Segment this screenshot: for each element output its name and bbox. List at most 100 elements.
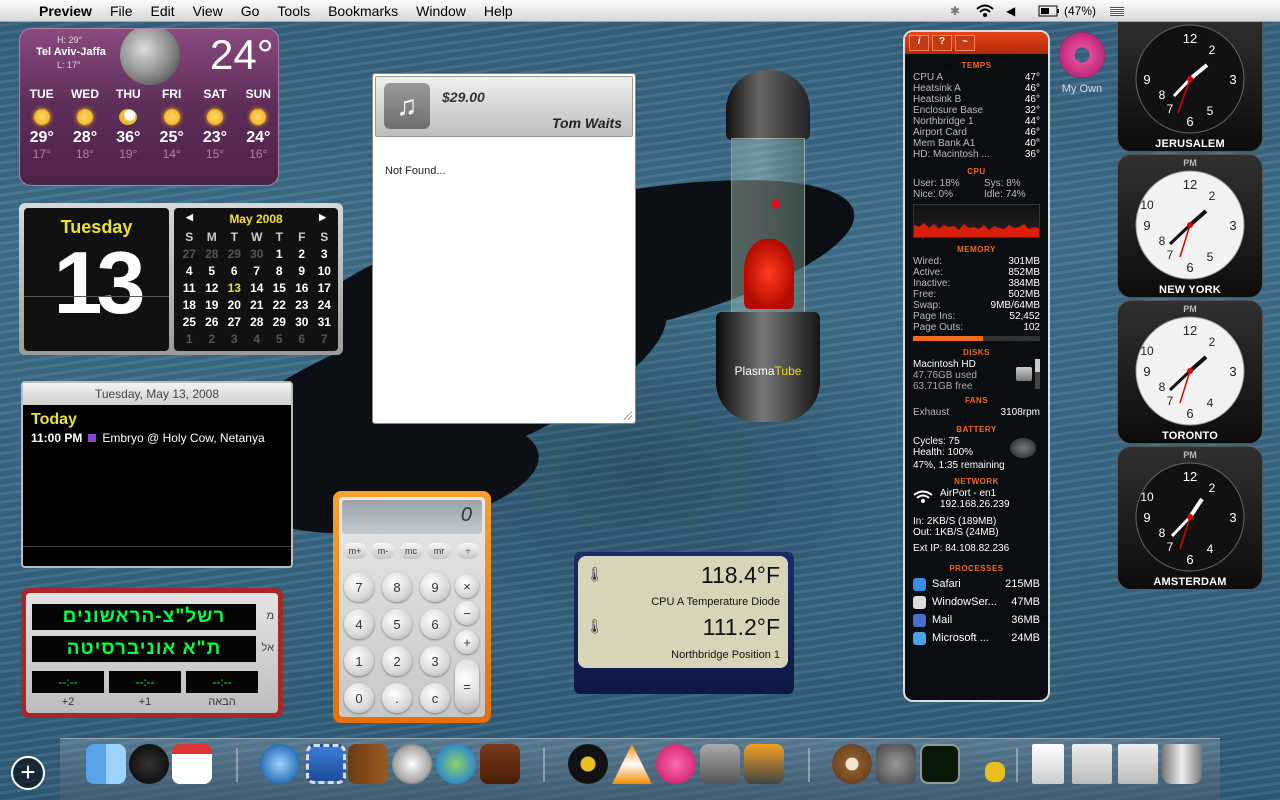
menu-file[interactable]: File — [101, 3, 142, 19]
ical-event-row[interactable]: 11:00 PM Embryo @ Holy Cow, Netanya — [31, 431, 291, 445]
calendar-day: 30 — [250, 247, 264, 261]
battery-icon[interactable] — [1038, 0, 1060, 22]
minimized-window-icon[interactable] — [1118, 744, 1158, 784]
plus-button[interactable]: + — [455, 630, 479, 654]
key-1[interactable]: 1 — [344, 646, 374, 676]
stamp-icon[interactable] — [306, 744, 346, 784]
address-book-icon[interactable] — [348, 744, 388, 784]
svg-text:10: 10 — [1140, 490, 1154, 504]
calendar-widget[interactable]: Tuesday 13 ◀ May 2008 ▶ S M T W T F S27 28 29 30 1… — [19, 203, 343, 355]
iphoto-icon[interactable] — [744, 744, 784, 784]
menu-view[interactable]: View — [184, 3, 232, 19]
calendar-day: 30 — [295, 315, 309, 329]
add-widget-icon[interactable]: + — [11, 756, 45, 790]
temperature-monitor-widget[interactable]: 🌡 118.4°F CPU A Temperature Diode 🌡 111.… — [574, 552, 794, 694]
donut-widget[interactable]: My Own — [1056, 32, 1108, 102]
m-plus-button[interactable]: m+ — [343, 543, 367, 559]
calculator-widget[interactable]: 0 m+ m- mc mr ÷ 7 8 9 × 4 5 6 − + 1 2 3 … — [333, 491, 491, 723]
flag-icon[interactable] — [1110, 7, 1124, 16]
trash-icon[interactable] — [1162, 744, 1202, 784]
next-month-icon[interactable]: ▶ — [319, 212, 326, 223]
system-preferences-icon[interactable] — [876, 744, 916, 784]
clock-new-york[interactable]: PM 12 3 6 9 2 7 5 10 8 NEW YORK — [1117, 154, 1263, 298]
itunes-widget[interactable]: ♫ $29.00 Tom Waits Not Found... — [372, 73, 636, 424]
network-out: Out: 1KB/S (24MB) — [913, 527, 999, 538]
fan-row: Exhaust 3108rpm — [913, 407, 1040, 418]
stickies-icon[interactable] — [985, 762, 1005, 782]
temp-label: Enclosure Base — [913, 105, 984, 116]
svg-text:4: 4 — [1207, 542, 1214, 556]
decimal-button[interactable]: . — [382, 683, 412, 713]
menu-tools[interactable]: Tools — [268, 3, 319, 19]
equals-button[interactable]: = — [455, 659, 479, 713]
clock-jerusalem[interactable]: PM 12369 2758 JERUSALEM — [1117, 8, 1263, 152]
menu-help[interactable]: Help — [475, 3, 522, 19]
key-9[interactable]: 9 — [420, 572, 450, 602]
clock-amsterdam[interactable]: PM 12 3 6 9 2 7 4 10 8 AMSTERDAM — [1117, 446, 1263, 590]
key-2[interactable]: 2 — [382, 646, 412, 676]
m-minus-button[interactable]: m- — [371, 543, 395, 559]
multiply-button[interactable]: × — [455, 574, 479, 598]
prev-month-icon[interactable]: ◀ — [186, 212, 193, 223]
key-4[interactable]: 4 — [344, 609, 374, 639]
coconut-battery-icon[interactable] — [832, 744, 872, 784]
volume-icon[interactable]: ◀ — [1006, 0, 1015, 22]
finder-icon[interactable] — [86, 744, 126, 784]
menu-edit[interactable]: Edit — [142, 3, 184, 19]
key-3[interactable]: 3 — [420, 646, 450, 676]
help-button[interactable]: ? — [932, 35, 952, 51]
process-memory: 36MB — [1011, 614, 1040, 626]
mr-button[interactable]: mr — [427, 543, 451, 559]
calendar-day: 10 — [317, 264, 331, 278]
menu-bookmarks[interactable]: Bookmarks — [319, 3, 407, 19]
minus-button[interactable]: − — [455, 601, 479, 625]
ical-icon[interactable] — [172, 744, 212, 784]
memory-label: Free: — [913, 289, 937, 300]
wifi-icon[interactable] — [976, 0, 994, 22]
info-button[interactable]: i — [909, 35, 929, 51]
window-stack-icon[interactable] — [1072, 744, 1112, 784]
pulse-icon[interactable]: ⌁ — [955, 35, 975, 51]
clear-button[interactable]: c — [420, 683, 450, 713]
dashboard-icon[interactable] — [129, 744, 169, 784]
brand-plasma: Plasma — [734, 364, 775, 378]
key-7[interactable]: 7 — [344, 572, 374, 602]
divide-button[interactable]: ÷ — [457, 543, 479, 559]
menu-bar: Preview File Edit View Go Tools Bookmark… — [0, 0, 1280, 22]
document-icon[interactable] — [1032, 744, 1064, 784]
plasma-tube-widget[interactable]: PlasmaTube — [713, 70, 823, 430]
app-menu[interactable]: Preview — [30, 3, 101, 19]
key-0[interactable]: 0 — [344, 683, 374, 713]
key-8[interactable]: 8 — [382, 572, 412, 602]
astronaut-icon[interactable] — [392, 744, 432, 784]
weather-widget[interactable]: H: 29° Tel Aviv-Jaffa L: 17° 24° TUE 29° 1… — [19, 28, 279, 186]
vinyl-record-icon[interactable] — [568, 744, 608, 784]
temp-value-2: 111.2°F — [702, 614, 780, 640]
ical-events-widget[interactable]: Tuesday, May 13, 2008 Today 11:00 PM Emb… — [21, 381, 293, 568]
bluetooth-icon[interactable]: ✱ — [950, 0, 960, 22]
key-5[interactable]: 5 — [382, 609, 412, 639]
process-row: Mail 36MB — [913, 611, 1040, 629]
mc-button[interactable]: mc — [399, 543, 423, 559]
sun-icon — [163, 109, 180, 125]
key-6[interactable]: 6 — [420, 609, 450, 639]
safari-icon[interactable] — [260, 744, 300, 784]
resize-grip-icon[interactable] — [622, 410, 632, 420]
temp-row: HD: Macintosh ... 36° — [913, 149, 1040, 160]
weather-current-temp: 24° — [210, 31, 274, 78]
heart-icon[interactable] — [656, 744, 696, 784]
messenger-icon[interactable] — [436, 744, 476, 784]
calendar-month: May 2008 — [229, 212, 283, 226]
battery-percent[interactable]: (47%) — [1064, 0, 1096, 22]
day-low: 19° — [119, 147, 138, 161]
svg-text:2: 2 — [1209, 481, 1216, 495]
menu-window[interactable]: Window — [407, 3, 475, 19]
train-schedule-widget[interactable]: רשל"צ-הראשונים מ ת"א אוניברסיטה אל --:--… — [21, 588, 283, 718]
svg-text:6: 6 — [1186, 260, 1193, 275]
image-capture-icon[interactable] — [700, 744, 740, 784]
menu-go[interactable]: Go — [232, 3, 269, 19]
domo-icon[interactable] — [480, 744, 520, 784]
clock-toronto[interactable]: PM 12 3 6 9 2 7 4 10 8 TORONTO — [1117, 300, 1263, 444]
istat-pro-widget[interactable]: i ? ⌁ TEMPS CPU A 47° Heatsink A 46° Heatsin… — [903, 30, 1050, 702]
activity-monitor-icon[interactable] — [920, 744, 960, 784]
